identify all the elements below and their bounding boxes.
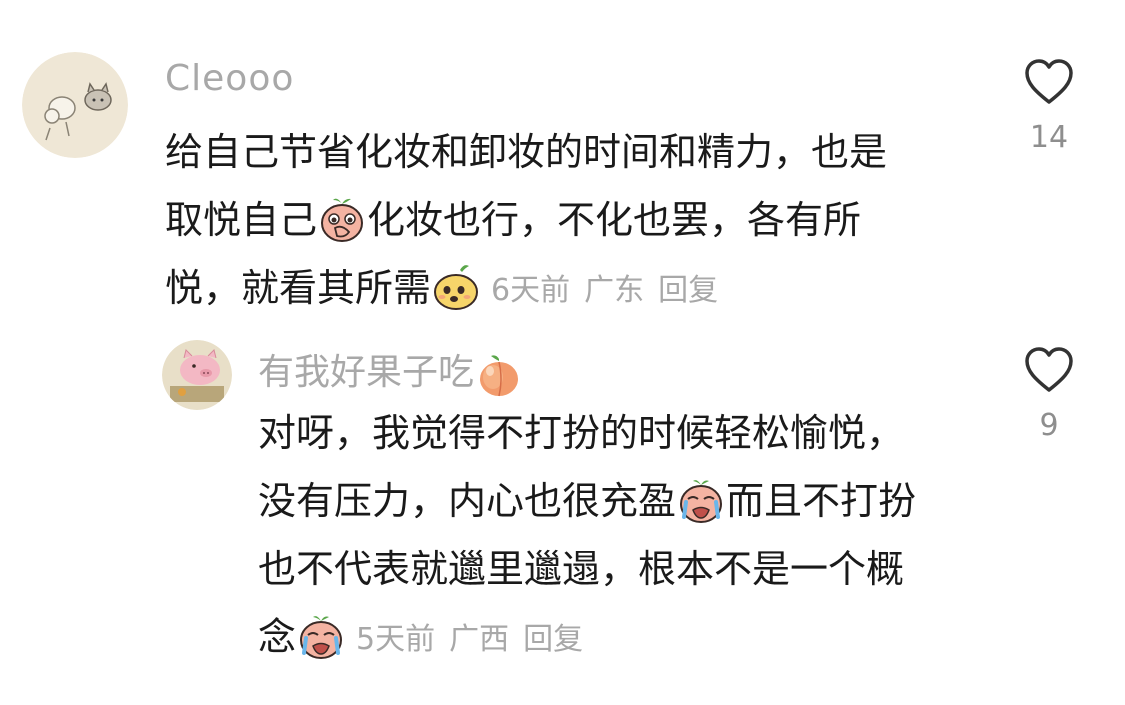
timestamp: 5天前 <box>356 621 436 657</box>
comment-line: 给自己节省化妆和卸妆的时间和精力，也是 <box>165 118 887 186</box>
comment-meta: 6天前 广东 回复 <box>491 273 732 308</box>
heart-icon[interactable] <box>1023 346 1075 394</box>
text-segment: 悦，就看其所需 <box>165 266 432 310</box>
peach-crying-emoji-icon <box>676 475 726 525</box>
peach-emoji-icon <box>476 353 522 399</box>
username[interactable]: 有我好果子吃 <box>258 343 522 397</box>
avatar[interactable] <box>22 52 128 158</box>
comment-meta: 5天前 广西 回复 <box>356 622 597 657</box>
comment-line: 没有压力，内心也很充盈 而且不打扮 <box>258 467 916 535</box>
text-segment: 念 <box>258 615 297 659</box>
comment-line: 也不代表就邋里邋遢，根本不是一个概 <box>258 535 916 603</box>
text-segment: 取悦自己 <box>165 198 318 242</box>
text-segment: 而且不打扮 <box>726 479 917 523</box>
peach-covering-mouth-emoji-icon <box>317 194 367 244</box>
peach-crying-emoji-icon <box>296 611 346 661</box>
timestamp: 6天前 <box>491 272 571 308</box>
comment-text: 给自己节省化妆和卸妆的时间和精力，也是 取悦自己 化妆也行，不化也罢，各有所 悦… <box>165 118 887 325</box>
like-count: 14 <box>1029 120 1069 155</box>
reply-button[interactable]: 回复 <box>658 273 718 308</box>
username[interactable]: Cleooo <box>165 58 294 99</box>
comment-text: 对呀，我觉得不打扮的时候轻松愉悦， 没有压力，内心也很充盈 而且不打扮 也不代表… <box>258 399 916 674</box>
avatar-image <box>162 340 232 410</box>
text-segment: 给自己节省化妆和卸妆的时间和精力，也是 <box>165 130 888 174</box>
avatar[interactable] <box>162 340 232 410</box>
location: 广西 <box>449 621 510 657</box>
like-count: 9 <box>1039 408 1059 443</box>
reply-button[interactable]: 回复 <box>523 622 583 657</box>
location: 广东 <box>584 272 645 308</box>
like-column: 9 <box>1019 346 1079 443</box>
avatar-image <box>22 52 128 158</box>
comment-line: 对呀，我觉得不打扮的时候轻松愉悦， <box>258 399 916 467</box>
username-text: 有我好果子吃 <box>258 352 475 393</box>
text-segment: 对呀，我觉得不打扮的时候轻松愉悦， <box>258 411 905 455</box>
heart-icon[interactable] <box>1023 58 1075 106</box>
comment-line: 悦，就看其所需 6天前 广东 回复 <box>165 254 887 325</box>
text-segment: 没有压力，内心也很充盈 <box>258 479 677 523</box>
like-column: 14 <box>1019 58 1079 155</box>
text-segment: 化妆也行，不化也罢，各有所 <box>367 198 862 242</box>
comment-line: 取悦自己 化妆也行，不化也罢，各有所 <box>165 186 887 254</box>
yellow-smile-emoji-icon <box>431 262 481 312</box>
text-segment: 也不代表就邋里邋遢，根本不是一个概 <box>258 547 905 591</box>
comment-line: 念 5天前 广西 回复 <box>258 603 916 674</box>
